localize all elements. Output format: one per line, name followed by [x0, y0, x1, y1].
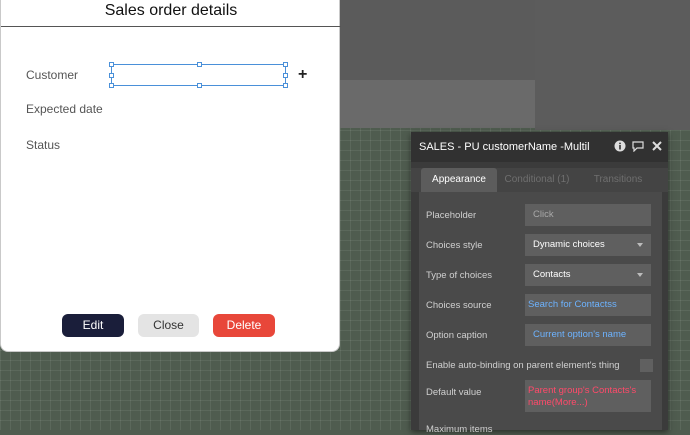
default-value-input[interactable]: Parent group's Contacts's name(More...) [525, 380, 651, 412]
choices-style-select[interactable]: Dynamic choices [525, 234, 651, 256]
delete-button[interactable]: Delete [213, 314, 275, 337]
appearance-panel: Placeholder Click Choices style Dynamic … [419, 192, 662, 435]
resize-handle[interactable] [197, 83, 202, 88]
resize-handle[interactable] [197, 62, 202, 67]
option-caption-label: Option caption [426, 330, 488, 341]
close-icon[interactable] [651, 140, 663, 152]
type-of-choices-label: Type of choices [426, 270, 493, 281]
resize-handle[interactable] [109, 83, 114, 88]
status-label: Status [26, 138, 61, 152]
option-caption-input[interactable]: Current option's name [525, 324, 651, 346]
canvas-gray-area [340, 0, 535, 80]
tab-conditional[interactable]: Conditional (1) [501, 168, 573, 192]
customer-multiselect[interactable] [109, 62, 288, 88]
type-of-choices-select[interactable]: Contacts [525, 264, 651, 286]
close-button[interactable]: Close [138, 314, 199, 337]
choices-source-input[interactable]: Search for Contactss [525, 294, 651, 316]
default-value-label: Default value [426, 387, 482, 398]
expected-date-label: Expected date [26, 102, 103, 116]
auto-binding-checkbox[interactable] [640, 359, 653, 372]
placeholder-input[interactable]: Click [525, 204, 651, 226]
popup-title: Sales order details [1, 0, 341, 27]
property-editor-title: SALES - PU customerName -Multil [411, 132, 668, 162]
resize-handle[interactable] [283, 73, 288, 78]
choices-source-label: Choices source [426, 300, 492, 311]
customer-label: Customer [26, 68, 79, 82]
tab-transitions[interactable]: Transitions [583, 168, 653, 192]
resize-handle[interactable] [109, 62, 114, 67]
edit-button[interactable]: Edit [62, 314, 124, 337]
info-icon[interactable] [614, 140, 626, 152]
resize-handle[interactable] [283, 62, 288, 67]
sales-order-popup[interactable]: Sales order details Customer Expected da… [0, 0, 341, 352]
auto-binding-label: Enable auto-binding on parent element's … [426, 360, 620, 371]
resize-handle[interactable] [283, 83, 288, 88]
canvas-gray-band [340, 80, 535, 128]
property-tabs: Appearance Conditional (1) Transitions [411, 168, 668, 192]
plus-icon[interactable]: + [298, 66, 307, 84]
choices-style-label: Choices style [426, 240, 483, 251]
canvas-gray-area-right [535, 0, 690, 130]
property-editor[interactable]: SALES - PU customerName -Multil Appearan… [411, 132, 668, 435]
comment-icon[interactable] [632, 140, 644, 153]
tab-appearance[interactable]: Appearance [421, 168, 497, 192]
resize-handle[interactable] [109, 73, 114, 78]
placeholder-label: Placeholder [426, 210, 477, 221]
